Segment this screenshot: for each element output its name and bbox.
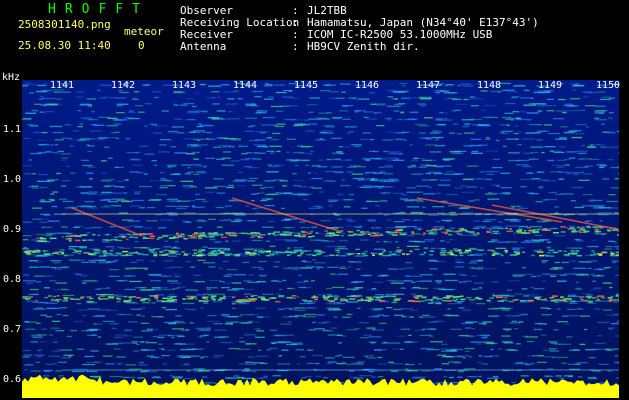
spectrogram-canvas <box>22 82 619 398</box>
file-name: 2508301140.png <box>18 18 111 31</box>
y-tick: 1.1 <box>3 124 22 135</box>
timestamp: 25.08.30 11:40 <box>18 39 111 52</box>
noise-texture <box>22 82 619 393</box>
x-tick: 1141 <box>50 80 75 91</box>
y-unit-label: kHz <box>2 72 21 83</box>
antenna-label: Antenna <box>180 40 227 53</box>
x-tick: 1150 <box>596 80 621 91</box>
x-tick: 1149 <box>538 80 563 91</box>
app-title: HROFFT <box>48 2 149 17</box>
x-tick: 1147 <box>416 80 441 91</box>
meteor-label: meteor <box>124 25 164 38</box>
x-tick: 1143 <box>172 80 197 91</box>
noise-floor <box>22 374 619 398</box>
meteor-streak <box>71 207 143 237</box>
x-tick: 1146 <box>355 80 380 91</box>
header-panel: HROFFT 2508301140.png meteor 25.08.30 11… <box>0 0 629 72</box>
signal-band <box>22 295 619 303</box>
y-tick: 0.9 <box>3 224 22 235</box>
y-tick: 1.0 <box>3 174 22 185</box>
spectrogram <box>22 80 619 398</box>
y-tick: 0.8 <box>3 274 22 285</box>
x-tick: 1145 <box>294 80 319 91</box>
y-tick: 0.7 <box>3 324 22 335</box>
x-tick: 1142 <box>111 80 136 91</box>
antenna-value: HB9CV Zenith dir. <box>307 40 420 53</box>
x-tick: 1144 <box>233 80 258 91</box>
antenna-colon: : <box>292 40 299 53</box>
y-tick: 0.6 <box>3 374 22 385</box>
meteor-count: 0 <box>138 39 145 52</box>
x-tick: 1148 <box>477 80 502 91</box>
